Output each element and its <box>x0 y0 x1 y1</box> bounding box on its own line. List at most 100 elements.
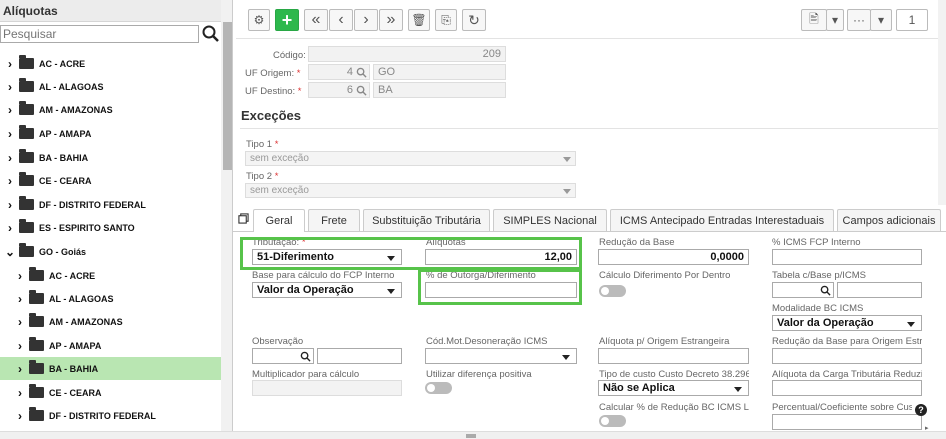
tree-item[interactable]: › DF - DISTRITO FEDERAL <box>0 193 221 216</box>
chevron-right-icon[interactable]: › <box>14 386 26 400</box>
chevron-right-icon[interactable]: › <box>14 362 26 376</box>
tree-item[interactable]: › ES - ESPIRITO SANTO <box>0 216 221 239</box>
folder-icon <box>19 219 34 233</box>
horizontal-scrollbar[interactable] <box>0 431 946 439</box>
tipo1-label: Tipo 1 * <box>246 139 279 150</box>
delete-button[interactable]: 🗑 <box>408 9 430 31</box>
chevron-right-icon[interactable]: › <box>14 409 26 423</box>
last-record-button[interactable]: » <box>379 9 403 31</box>
search-icon[interactable] <box>820 285 831 296</box>
tree-item[interactable]: › AP - AMAPA <box>0 334 221 357</box>
chevron-right-icon[interactable]: › <box>14 339 26 353</box>
export-dropdown-button[interactable]: ▾ <box>826 9 844 31</box>
tab-geral[interactable]: Geral <box>253 209 305 232</box>
percentual-label: Percentual/Coeficiente sobre Custo A <box>772 402 912 413</box>
tab-frete[interactable]: Frete <box>308 209 360 231</box>
utilizar-dif-label: Utilizar diferença positiva <box>426 369 532 380</box>
copy-button[interactable]: ⎘ <box>435 9 457 31</box>
tab-simples-nacional[interactable]: SIMPLES Nacional <box>493 209 607 231</box>
aliq-origem-input[interactable] <box>598 348 749 364</box>
settings-button[interactable]: ⚙ <box>248 9 270 31</box>
ellipsis-icon: ··· <box>853 13 865 27</box>
tipo-custo-select[interactable]: Não se Aplica <box>598 380 749 396</box>
tree-item[interactable]: ⌄ GO - Goiás <box>0 240 221 263</box>
double-right-icon: » <box>386 11 396 28</box>
tree-item[interactable]: › AL - ALAGOAS <box>0 75 221 98</box>
reducao-origem-input[interactable] <box>772 348 922 364</box>
next-record-button[interactable]: › <box>354 9 378 31</box>
search-icon[interactable] <box>356 85 367 96</box>
aliq-carga-input[interactable] <box>772 380 922 396</box>
scrollbar-thumb[interactable] <box>223 22 232 170</box>
chevron-right-icon[interactable]: › <box>4 57 16 71</box>
more-dropdown-button[interactable]: ▾ <box>870 9 892 31</box>
search-icon[interactable] <box>356 67 367 78</box>
scrollbar-thumb[interactable] <box>466 434 476 438</box>
chevron-right-icon[interactable]: › <box>4 103 16 117</box>
chevron-down-icon[interactable]: ⌄ <box>4 245 16 259</box>
tree-item[interactable]: › AL - ALAGOAS <box>0 287 221 310</box>
cod-mot-select[interactable] <box>425 348 577 364</box>
tab-icms-antecipado[interactable]: ICMS Antecipado Entradas Interestaduais <box>610 209 834 231</box>
search-icon[interactable] <box>300 351 311 362</box>
observacao-label: Observação <box>252 336 304 347</box>
tree-item[interactable]: › BA - BAHIA <box>0 146 221 169</box>
tipo1-select[interactable]: sem exceção <box>245 151 576 166</box>
more-button[interactable]: ··· <box>847 9 871 31</box>
percentual-input[interactable] <box>772 414 922 430</box>
scroll-right-arrow[interactable]: ▸ <box>925 424 934 432</box>
reducao-base-input[interactable]: 0,0000 <box>598 249 749 265</box>
first-record-button[interactable]: « <box>304 9 328 31</box>
calcular-reducao-toggle[interactable] <box>599 415 626 427</box>
panel-title: Alíquotas <box>0 0 232 22</box>
calculo-dif-toggle[interactable] <box>599 285 626 297</box>
tree-item[interactable]: › AM - AMAZONAS <box>0 310 221 333</box>
tabela-base-label: Tabela c/Base p/ICMS <box>772 270 866 281</box>
excecoes-title: Exceções <box>241 108 301 123</box>
chevron-right-icon[interactable]: › <box>4 151 16 165</box>
chevron-right-icon[interactable]: › <box>14 292 26 306</box>
tree-item[interactable]: › CE - CEARA <box>0 169 221 192</box>
reducao-base-label: Redução da Base <box>599 237 675 248</box>
tree-item[interactable]: › AC - ACRE <box>0 264 221 287</box>
chevron-right-icon[interactable]: › <box>4 221 16 235</box>
tree-item[interactable]: › AC - ACRE <box>0 52 221 75</box>
tab-campos-adicionais[interactable]: Campos adicionais <box>837 209 941 231</box>
add-button[interactable]: + <box>275 9 299 31</box>
chevron-right-icon[interactable]: › <box>4 198 16 212</box>
search-field[interactable] <box>0 25 199 43</box>
utilizar-dif-toggle[interactable] <box>425 382 452 394</box>
prev-record-button[interactable]: ‹ <box>329 9 353 31</box>
tabela-base-value[interactable] <box>837 282 922 298</box>
tipo2-select[interactable]: sem exceção <box>245 183 576 198</box>
scrollbar[interactable] <box>221 0 232 432</box>
chevron-right-icon[interactable]: › <box>14 315 26 329</box>
refresh-button[interactable]: ↻ <box>462 9 486 31</box>
base-fcp-select[interactable]: Valor da Operação <box>252 282 402 298</box>
chevron-right-icon[interactable]: › <box>14 269 26 283</box>
folder-icon <box>19 149 34 163</box>
chevron-right-icon[interactable]: › <box>4 80 16 94</box>
search-input[interactable] <box>1 26 198 42</box>
tree-item[interactable]: › AP - AMAPA <box>0 122 221 145</box>
folder-icon <box>29 290 44 304</box>
icms-fcp-input[interactable] <box>772 249 922 265</box>
modalidade-select[interactable]: Valor da Operação <box>772 315 922 331</box>
chevron-right-icon[interactable]: › <box>4 174 16 188</box>
tree-item[interactable]: › BA - BAHIA <box>0 357 221 380</box>
caret-down-icon: ▾ <box>877 13 885 27</box>
tree-item[interactable]: › AM - AMAZONAS <box>0 98 221 121</box>
codigo-field: 209 <box>308 46 506 62</box>
chevron-left-icon: ‹ <box>338 11 344 28</box>
observacao-value[interactable] <box>317 348 402 364</box>
tree-item[interactable]: › CE - CEARA <box>0 381 221 404</box>
tree-item[interactable]: › DF - DISTRITO FEDERAL <box>0 404 221 427</box>
scrollbar[interactable] <box>938 0 946 205</box>
help-icon[interactable]: ? <box>915 404 927 416</box>
tab-substituicao-tributaria[interactable]: Substituição Tributária <box>363 209 490 231</box>
record-count: 1 <box>896 9 928 31</box>
expand-icon[interactable] <box>238 213 249 224</box>
chevron-right-icon[interactable]: › <box>4 127 16 141</box>
export-button[interactable]: 🖹 <box>801 9 827 31</box>
search-icon[interactable] <box>201 24 221 44</box>
